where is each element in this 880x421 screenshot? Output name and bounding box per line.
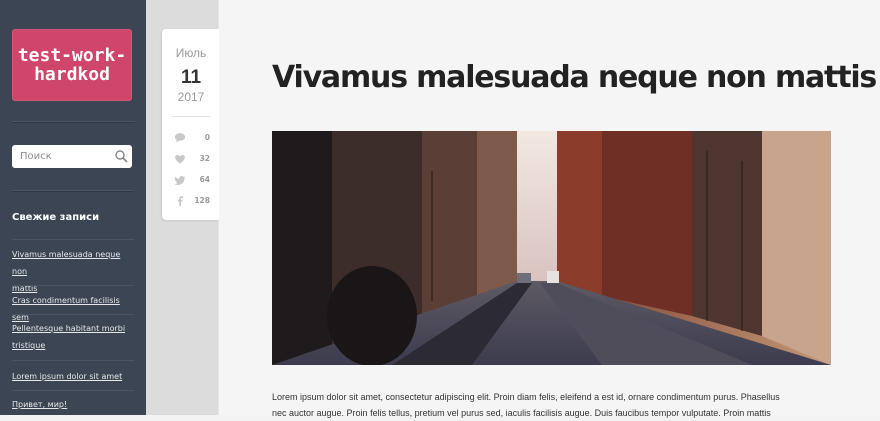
post-body-line: nec auctor augue. Proin felis tellus, pr…: [272, 408, 771, 418]
main-content: Vivamus malesuada neque non mattis Lorem…: [219, 0, 880, 418]
recent-post-line: Cras condimentum facilisis sem: [12, 296, 120, 322]
recent-posts-heading: Свежие записи: [12, 212, 100, 223]
search-input[interactable]: [12, 145, 120, 168]
likes-stat[interactable]: 32: [174, 153, 210, 165]
post-body: Lorem ipsum dolor sit amet, consectetur …: [272, 389, 837, 421]
divider: [12, 190, 134, 192]
facebook-stat[interactable]: 128: [174, 195, 210, 207]
site-logo[interactable]: test-work- hardkod: [12, 29, 132, 101]
facebook-icon: [177, 196, 183, 206]
facebook-count: 128: [194, 196, 210, 205]
recent-post-line: Pellentesque habitant morbi: [12, 324, 126, 333]
divider: [12, 390, 134, 391]
twitter-stat[interactable]: 64: [174, 174, 210, 186]
divider: [12, 314, 134, 315]
search-box: [12, 145, 132, 168]
logo-line-2: hardkod: [34, 64, 110, 85]
logo-line-1: test-work-: [17, 45, 127, 66]
post-date-card: Июль 11 2017 0 32 64 128: [162, 29, 220, 220]
recent-post-line: Vivamus malesuada neque non: [12, 250, 121, 276]
twitter-count: 64: [199, 175, 210, 184]
divider: [12, 121, 134, 123]
recent-post-link[interactable]: Lorem ipsum dolor sit amet: [12, 368, 137, 385]
recent-post-line: tristique: [12, 341, 46, 350]
search-icon[interactable]: [114, 149, 128, 163]
post-day: 11: [180, 67, 202, 88]
divider: [12, 360, 134, 361]
likes-count: 32: [199, 154, 210, 163]
comment-icon: [174, 133, 186, 143]
heart-icon: [175, 154, 185, 164]
comments-count: 0: [204, 133, 210, 142]
post-month: Июль: [175, 46, 207, 60]
post-year: 2017: [177, 90, 205, 104]
recent-post-link[interactable]: Привет, мир!: [12, 396, 137, 413]
recent-post-line: Lorem ipsum dolor sit amet: [12, 372, 123, 381]
post-featured-image: [272, 131, 831, 365]
divider: [172, 116, 210, 117]
divider: [12, 239, 134, 240]
post-body-line: Lorem ipsum dolor sit amet, consectetur …: [272, 392, 780, 402]
comments-stat[interactable]: 0: [174, 132, 210, 144]
divider: [12, 285, 134, 286]
twitter-icon: [174, 176, 185, 185]
sidebar: test-work- hardkod Свежие записи Vivamus…: [0, 0, 146, 415]
recent-post-link[interactable]: Vivamus malesuada neque non mattis: [12, 246, 137, 297]
recent-post-line: Привет, мир!: [12, 400, 68, 409]
recent-post-link[interactable]: Pellentesque habitant morbi tristique: [12, 320, 137, 354]
post-title[interactable]: Vivamus malesuada neque non mattis: [272, 60, 877, 95]
